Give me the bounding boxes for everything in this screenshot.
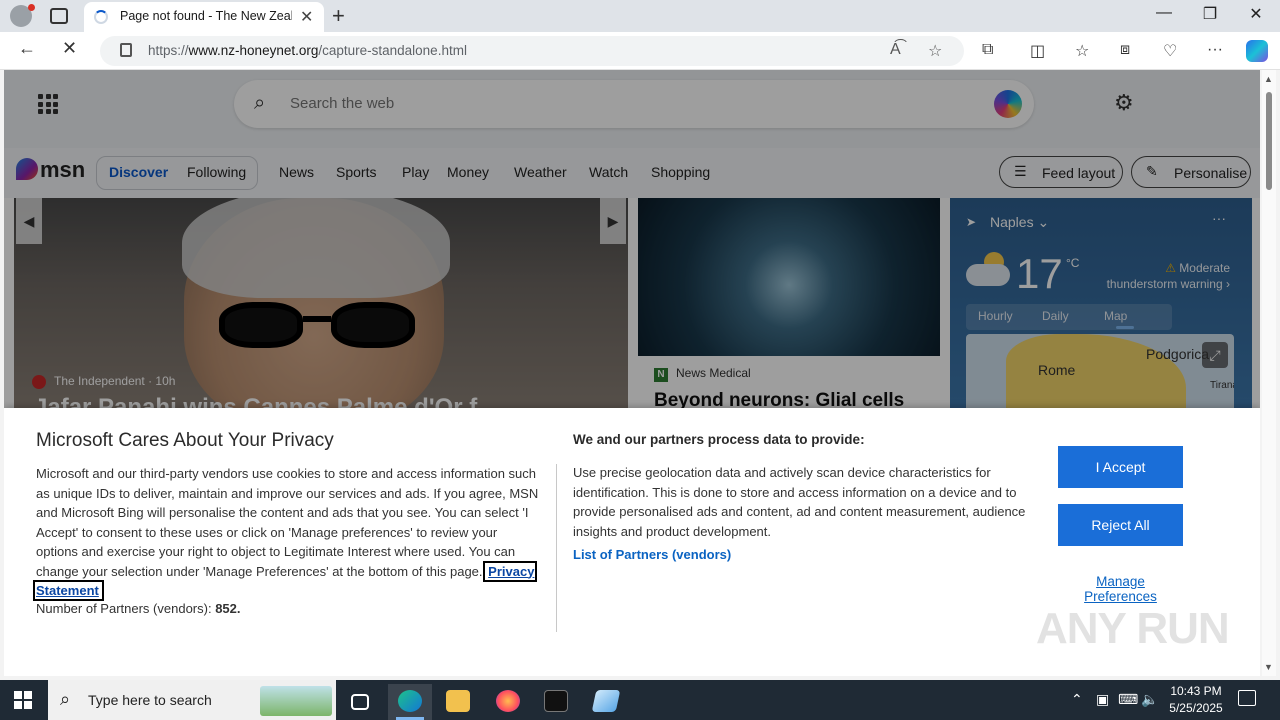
close-tab-icon[interactable]: ✕ (300, 7, 313, 27)
address-bar[interactable]: https://www.nz-honeynet.org/capture-stan… (100, 36, 964, 66)
network-icon[interactable]: ⌨ (1118, 691, 1138, 708)
scroll-thumb[interactable] (1266, 92, 1272, 190)
scrollbar[interactable]: ▲ ▼ (1262, 70, 1276, 676)
minimize-icon[interactable]: — (1144, 4, 1184, 22)
data-processing-heading: We and our partners process data to prov… (573, 432, 865, 447)
terminal-icon[interactable] (534, 684, 578, 720)
url-text[interactable]: https://www.nz-honeynet.org/capture-stan… (148, 43, 467, 58)
manage-preferences-link[interactable]: Manage Preferences (1058, 574, 1183, 604)
search-icon: ⌕ (60, 689, 71, 709)
read-aloud-icon[interactable]: A͡ (890, 41, 901, 59)
taskbar-search-placeholder: Type here to search (88, 692, 212, 708)
privacy-consent-banner: Microsoft Cares About Your Privacy Micro… (4, 408, 1260, 676)
list-of-partners-link[interactable]: List of Partners (vendors) (573, 547, 731, 562)
extensions-icon[interactable]: ⧉ (982, 41, 993, 59)
notification-center-icon[interactable] (1238, 690, 1256, 706)
taskbar-search[interactable]: ⌕ Type here to search (48, 680, 336, 720)
reject-all-button[interactable]: Reject All (1058, 504, 1183, 546)
browser-essentials-icon[interactable]: ♡ (1163, 41, 1177, 61)
edge-taskbar-icon[interactable] (388, 684, 432, 720)
close-window-icon[interactable]: ✕ (1236, 4, 1276, 24)
search-highlight-image (260, 686, 332, 716)
modal-overlay (4, 70, 1260, 408)
back-icon[interactable]: ← (18, 38, 36, 59)
address-toolbar: ← ✕ https://www.nz-honeynet.org/capture-… (0, 32, 1280, 70)
windows-start-icon[interactable] (14, 691, 32, 709)
file-explorer-icon[interactable] (436, 684, 480, 720)
more-menu-icon[interactable]: ··· (1207, 41, 1223, 59)
divider (556, 464, 557, 632)
notification-dot-icon (28, 4, 35, 11)
tray-overflow-icon[interactable]: ⌃ (1071, 691, 1083, 708)
tab-bar: Page not found - The New Zealand Honeyne… (0, 0, 1280, 32)
browser-tab[interactable]: Page not found - The New Zealand Honeyne… (84, 2, 324, 32)
restore-icon[interactable]: ❐ (1190, 4, 1230, 24)
tab-actions-icon[interactable] (50, 8, 68, 24)
task-view-icon[interactable] (338, 684, 382, 720)
favorites-icon[interactable]: ☆ (1075, 41, 1089, 61)
notepad-icon[interactable] (584, 684, 628, 720)
battery-icon[interactable]: ▣ (1096, 691, 1109, 708)
privacy-body: Microsoft and our third-party vendors us… (32, 466, 539, 601)
taskbar: ⌕ Type here to search ⌃ ▣ ⌨ 🔈 10:43 PM 5/… (0, 680, 1280, 720)
collections-icon[interactable]: ⧈ (1120, 41, 1130, 59)
copilot-icon[interactable] (1246, 40, 1268, 62)
loading-spinner-icon (94, 10, 108, 24)
firefox-icon[interactable] (486, 684, 530, 720)
taskbar-clock[interactable]: 10:43 PM 5/25/2025 (1156, 683, 1236, 717)
page-viewport: ⌕ Search the web ⚙ msn Discover Followin… (4, 70, 1260, 676)
favorite-star-icon[interactable]: ☆ (928, 41, 942, 61)
scroll-up-icon[interactable]: ▲ (1264, 74, 1273, 84)
new-tab-icon[interactable]: + (332, 3, 345, 29)
data-processing-body: Use precise geolocation data and activel… (573, 465, 1026, 539)
privacy-title: Microsoft Cares About Your Privacy (36, 430, 334, 451)
scroll-down-icon[interactable]: ▼ (1264, 662, 1273, 672)
lock-icon[interactable] (120, 43, 132, 57)
stop-loading-icon[interactable]: ✕ (62, 38, 77, 59)
split-screen-icon[interactable]: ◫ (1030, 41, 1045, 61)
partner-count: Number of Partners (vendors): 852. (36, 601, 241, 616)
tab-title: Page not found - The New Zealand Honeyne… (120, 9, 292, 23)
anyrun-watermark: ANY RUN (1036, 604, 1230, 653)
accept-button[interactable]: I Accept (1058, 446, 1183, 488)
